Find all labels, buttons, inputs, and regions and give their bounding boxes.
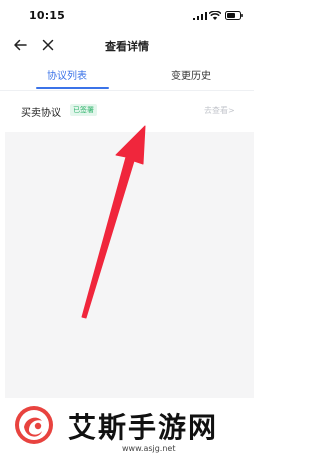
tab-agreement-list[interactable]: 协议列表 (47, 67, 87, 82)
watermark-url: www.asjg.net (122, 444, 176, 453)
active-tab-indicator (36, 87, 109, 89)
tab-bar: 协议列表 变更历史 (0, 62, 254, 91)
page-title: 查看详情 (105, 40, 149, 53)
status-bar: 10:15 (0, 0, 254, 32)
tab-change-history[interactable]: 变更历史 (171, 67, 211, 82)
document-preview (5, 132, 254, 399)
battery-icon (225, 11, 243, 20)
wifi-icon (209, 11, 221, 20)
agreement-row[interactable]: 买卖协议 已签署 去查看> (0, 94, 254, 128)
watermark: 艾斯手游网 www.asjg.net (0, 398, 254, 465)
status-time: 10:15 (29, 9, 66, 22)
view-agreement-link[interactable]: 去查看> (204, 105, 235, 116)
nav-bar: 查看详情 (0, 32, 254, 58)
watermark-logo (15, 406, 53, 444)
agreement-title: 买卖协议 (21, 108, 61, 119)
signal-icon (193, 12, 207, 20)
status-badge: 已签署 (70, 104, 97, 116)
watermark-text: 艾斯手游网 (68, 411, 219, 444)
